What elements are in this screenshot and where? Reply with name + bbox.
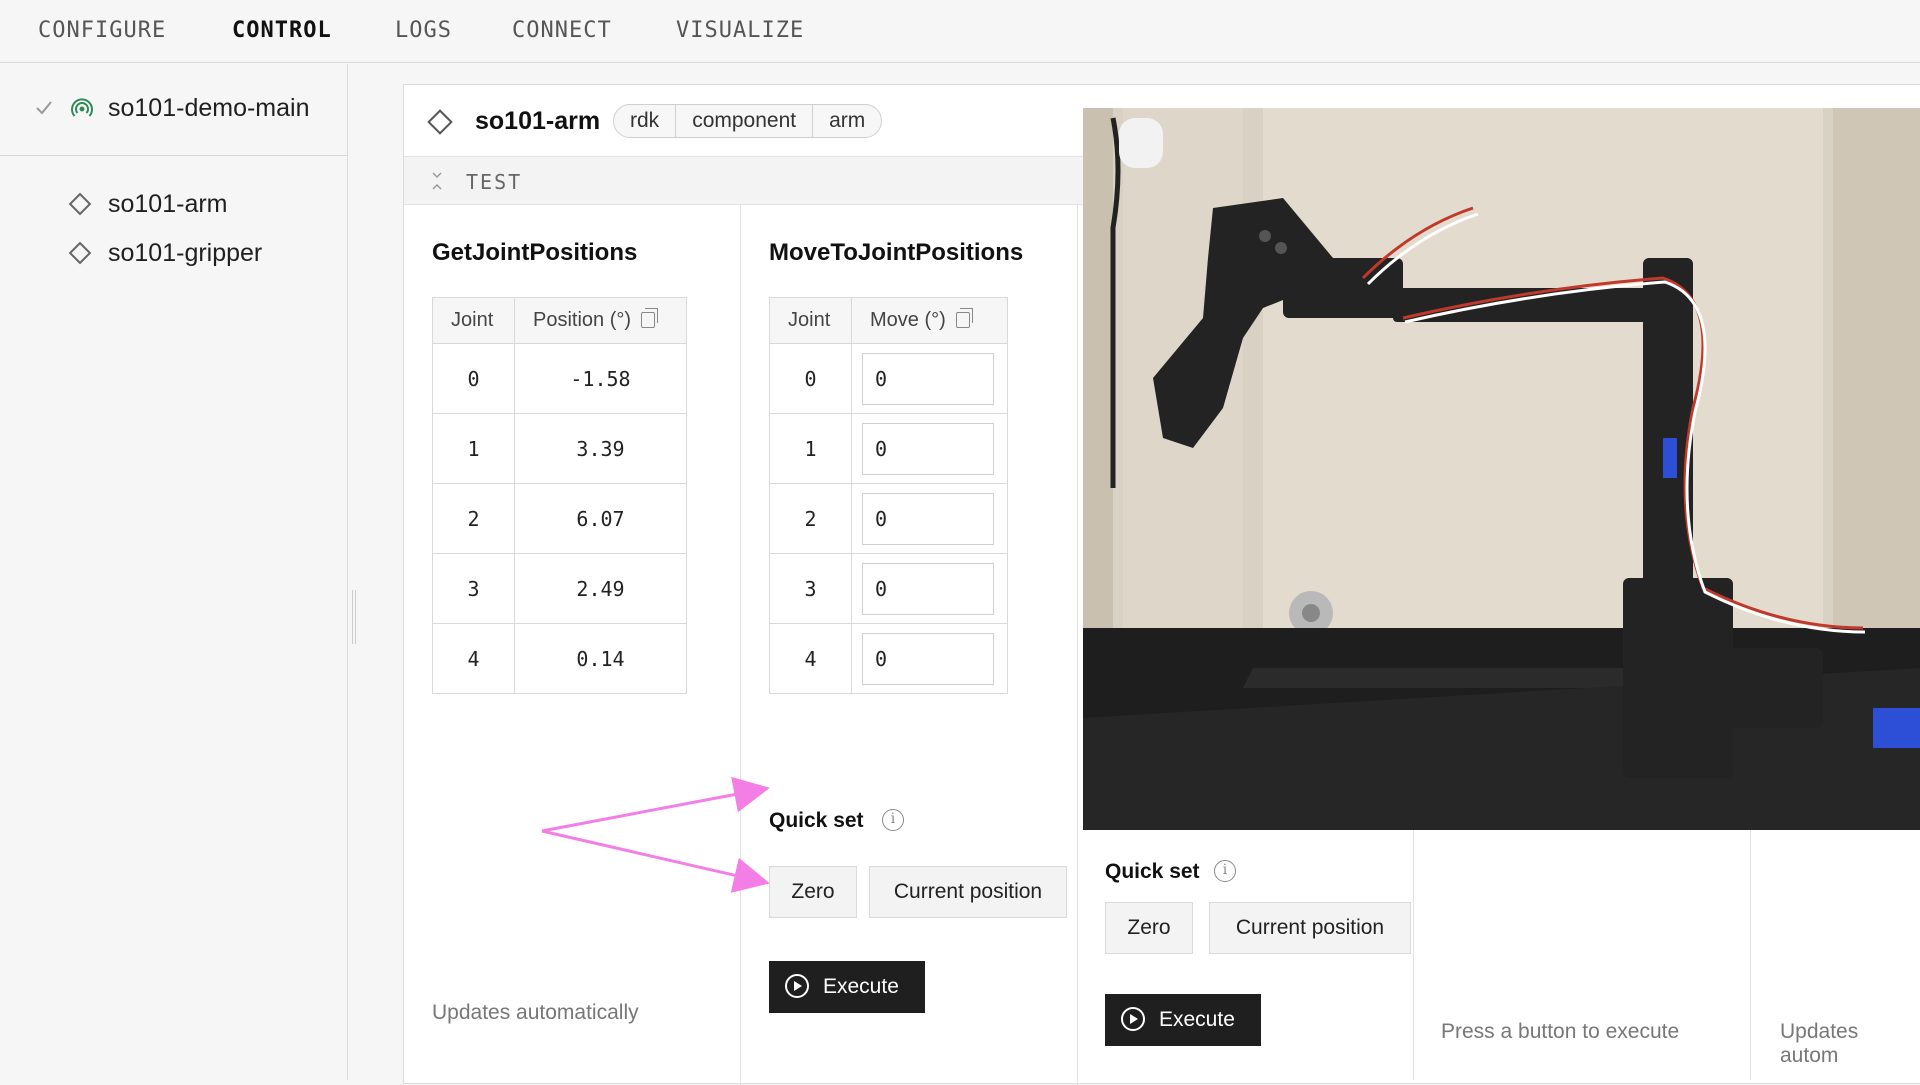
move-to-joint-positions-panel: MoveToJointPositions Joint Move (°) 0 1 …: [741, 205, 1078, 1085]
sidebar-item-so101-arm[interactable]: so101-arm: [68, 188, 330, 222]
tab-connect[interactable]: CONNECT: [512, 18, 612, 43]
column-header: Joint: [769, 297, 852, 344]
column-header: Position (°): [514, 297, 687, 344]
sidebar-item-so101-gripper[interactable]: so101-gripper: [68, 237, 330, 271]
breadcrumb-item: component: [675, 105, 812, 137]
table-row: 4: [769, 623, 1008, 694]
copy-icon[interactable]: [641, 308, 659, 328]
joint-3-input[interactable]: [862, 562, 994, 615]
quick-set-label: Quick set: [769, 809, 864, 832]
camera-feed: [1083, 108, 1920, 830]
component-diamond-icon: [427, 109, 453, 135]
updates-note: Updates automatically: [432, 1001, 639, 1024]
table-row: 0: [769, 343, 1008, 414]
quick-set-label: Quick set: [1105, 860, 1200, 883]
current-position-button[interactable]: Current position: [869, 866, 1067, 918]
table-row: 1: [769, 413, 1008, 484]
table-row: 2: [769, 483, 1008, 554]
live-status-icon: [71, 98, 93, 117]
table-row: 2 6.07: [432, 483, 687, 554]
play-circle-icon: [785, 974, 809, 998]
updates-note: Updates autom: [1780, 1020, 1859, 1067]
column-header: Joint: [432, 297, 515, 344]
tab-configure[interactable]: CONFIGURE: [38, 18, 166, 43]
execute-label: Execute: [823, 975, 899, 998]
component-diamond-icon: [68, 192, 92, 216]
table-row: 4 0.14: [432, 623, 687, 694]
joint-positions-table: Joint Position (°) 0 -1.58 1 3.39 2 6.07 32…: [432, 297, 687, 694]
table-row: 0 -1.58: [432, 343, 687, 414]
lower-panels: Quick set i Zero Current position Execut…: [1083, 830, 1920, 1080]
zero-button[interactable]: Zero: [769, 866, 857, 918]
zero-button[interactable]: Zero: [1105, 902, 1193, 954]
check-icon: [36, 101, 52, 115]
panel-title: GetJointPositions: [432, 239, 638, 266]
top-nav: CONFIGURE CONTROL LOGS CONNECT VISUALIZE: [0, 0, 1920, 63]
column-header: Move (°): [851, 297, 1008, 344]
sidebar-item-label: so101-gripper: [108, 239, 263, 267]
table-row: 3 2.49: [432, 553, 687, 624]
table-row: 3: [769, 553, 1008, 624]
breadcrumb-item: rdk: [630, 109, 660, 132]
machine-name: so101-demo-main: [108, 94, 310, 122]
component-diamond-icon: [68, 241, 92, 265]
press-button-note: Press a button to execute: [1441, 1020, 1680, 1043]
execute-button[interactable]: Execute: [1105, 994, 1261, 1046]
joint-2-input[interactable]: [862, 492, 994, 545]
column-divider: [1750, 830, 1751, 1080]
collapse-icon: [432, 172, 442, 190]
info-icon[interactable]: i: [882, 809, 904, 831]
tab-visualize[interactable]: VISUALIZE: [676, 18, 804, 43]
joint-4-input[interactable]: [862, 632, 994, 685]
current-position-button[interactable]: Current position: [1209, 902, 1411, 954]
robot-arm-camera-image: [1083, 108, 1920, 830]
execute-label: Execute: [1159, 1008, 1235, 1031]
section-label: TEST: [466, 170, 523, 194]
breadcrumb: rdk component arm: [613, 104, 883, 138]
sidebar-item-label: so101-arm: [108, 190, 228, 218]
tab-control[interactable]: CONTROL: [232, 18, 332, 43]
move-joints-table: Joint Move (°) 0 1 2 3 4: [769, 297, 1008, 694]
joint-1-input[interactable]: [862, 422, 994, 475]
copy-icon[interactable]: [955, 308, 973, 328]
table-row: 1 3.39: [432, 413, 687, 484]
machine-row[interactable]: so101-demo-main: [0, 64, 348, 156]
card-title: so101-arm: [475, 107, 601, 135]
info-icon[interactable]: i: [1214, 860, 1236, 882]
tab-logs[interactable]: LOGS: [395, 18, 452, 43]
column-divider: [1413, 830, 1414, 1080]
panel-title: MoveToJointPositions: [769, 239, 1024, 266]
get-joint-positions-panel: GetJointPositions Joint Position (°) 0 -1…: [404, 205, 741, 1085]
sidebar-resize-handle[interactable]: [352, 590, 356, 644]
execute-button[interactable]: Execute: [769, 961, 925, 1013]
joint-0-input[interactable]: [862, 352, 994, 405]
sidebar: so101-demo-main so101-arm so101-gripper: [0, 64, 348, 1080]
breadcrumb-item: arm: [812, 105, 881, 137]
play-circle-icon: [1121, 1007, 1145, 1031]
